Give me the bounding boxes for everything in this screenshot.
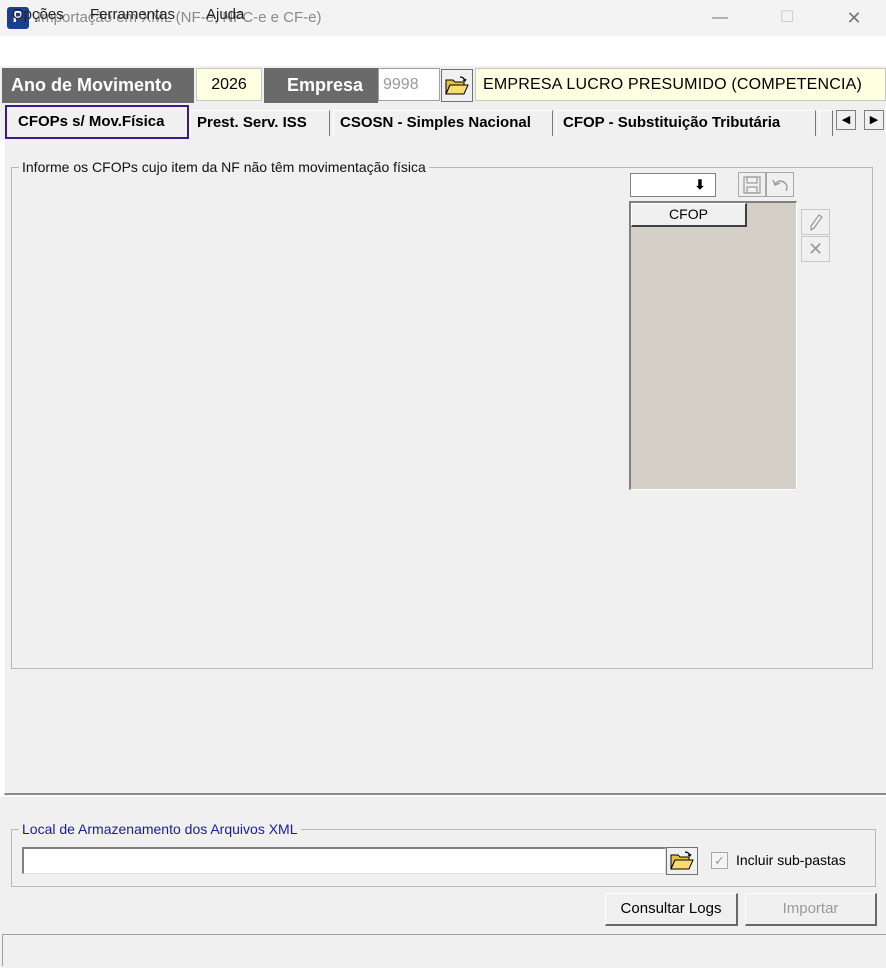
minimize-button[interactable]: — (697, 4, 743, 32)
delete-button[interactable]: ✕ (801, 236, 830, 262)
cfop-grid[interactable] (629, 201, 797, 490)
edit-button[interactable] (801, 209, 830, 235)
cfop-group-label: Informe os CFOPs cujo item da NF não têm… (19, 159, 429, 175)
menu-bar (0, 36, 886, 66)
include-subfolders-label: Incluir sub-pastas (736, 852, 846, 868)
floppy-disk-icon (743, 175, 761, 194)
undo-icon (772, 179, 788, 191)
local-group-label: Local de Armazenamento dos Arquivos XML (19, 821, 301, 837)
tab-csosn-simples-nacional[interactable]: CSOSN - Simples Nacional (333, 110, 553, 136)
folder-open-icon (445, 75, 469, 94)
xml-path-input[interactable] (22, 847, 666, 874)
close-button[interactable]: ✕ (831, 4, 877, 32)
tab-partial[interactable] (819, 110, 833, 136)
folder-open-icon (670, 851, 694, 870)
empresa-name-field[interactable]: EMPRESA LUCRO PRESUMIDO (COMPETENCIA) (475, 68, 886, 101)
delete-x-icon: ✕ (807, 238, 824, 259)
tab-scroll-left-button[interactable]: ◀ (836, 110, 856, 130)
browse-folder-button[interactable] (666, 847, 698, 875)
empresa-open-button[interactable] (441, 69, 473, 102)
empresa-label: Empresa (264, 68, 378, 103)
menu-opcoes[interactable]: Opções (12, 6, 64, 23)
window-title: Importação em XML (NF-e, NFC-e e CF-e) (37, 9, 322, 26)
undo-button[interactable] (766, 172, 794, 197)
menu-ajuda[interactable]: Ajuda (206, 6, 244, 23)
tab-scroll-right-button[interactable]: ▶ (864, 110, 884, 130)
maximize-button[interactable]: ☐ (764, 4, 810, 32)
cfop-column-header[interactable]: CFOP (631, 203, 747, 227)
save-button[interactable] (738, 172, 766, 197)
menu-ferramentas[interactable]: Ferramentas (90, 6, 175, 23)
pencil-icon (809, 214, 823, 232)
status-bar (2, 934, 886, 966)
empresa-code-field[interactable]: 9998 (378, 68, 440, 101)
importar-button[interactable]: Importar (745, 893, 877, 926)
dropdown-arrow-icon[interactable]: ⬇ (689, 176, 711, 194)
tab-cfop-substituicao-tributaria[interactable]: CFOP - Substituição Tributária (556, 110, 816, 136)
ano-movimento-label: Ano de Movimento (2, 68, 194, 103)
tab-prest-serv-iss[interactable]: Prest. Serv. ISS (190, 110, 330, 136)
ano-movimento-field[interactable]: 2026 (196, 68, 262, 101)
tab-cfops-mov-fisica[interactable]: CFOPs s/ Mov.Física (5, 105, 189, 139)
include-subfolders-checkbox[interactable]: ✓ (711, 852, 728, 869)
consultar-logs-button[interactable]: Consultar Logs (605, 893, 738, 926)
